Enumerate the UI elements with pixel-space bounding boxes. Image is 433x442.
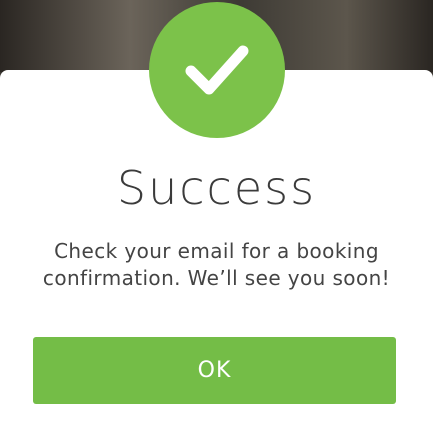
success-badge	[149, 2, 285, 138]
dialog-message: Check your email for a booking confirmat…	[42, 239, 391, 290]
ok-button[interactable]: OK	[33, 337, 396, 404]
checkmark-icon	[185, 45, 249, 95]
dialog-title: Success	[116, 161, 317, 215]
